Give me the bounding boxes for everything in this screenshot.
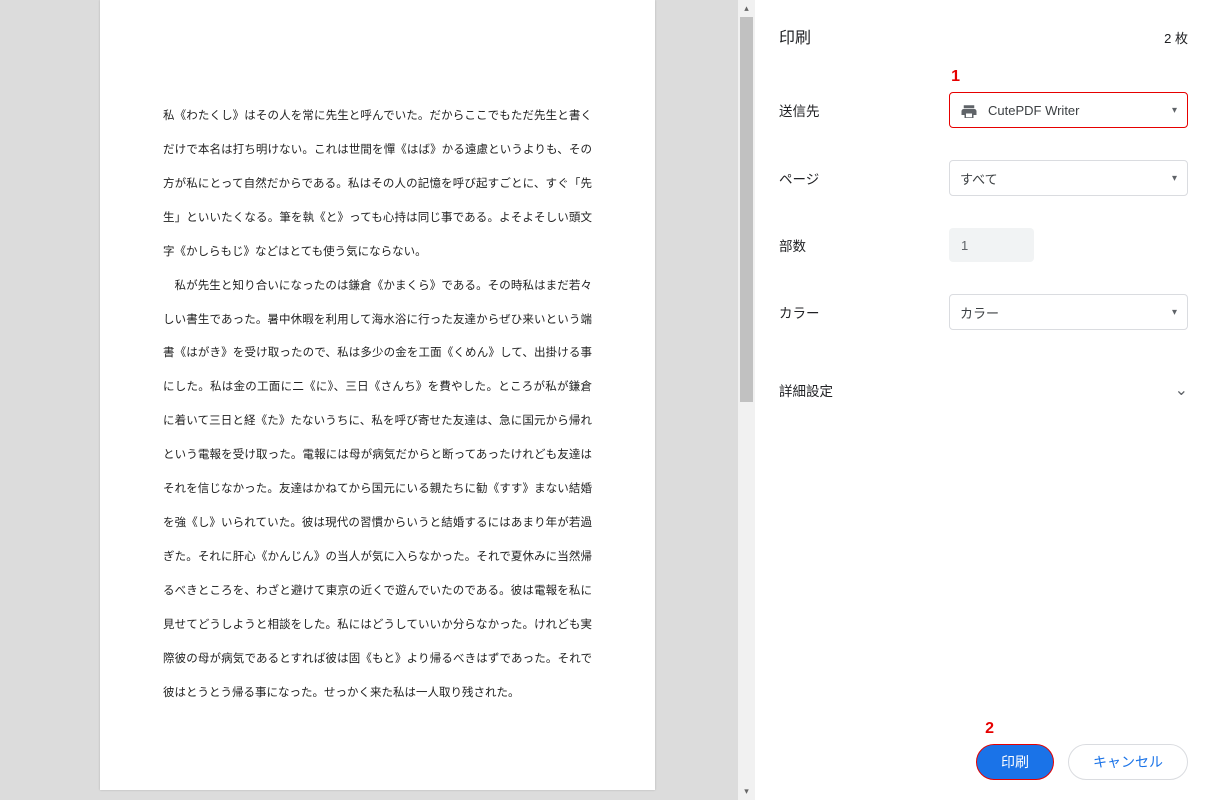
- sheet-count: 2 枚: [1164, 28, 1188, 47]
- preview-paragraph-2: 私が先生と知り合いになったのは鎌倉《かまくら》である。その時私はまだ若々しい書生…: [163, 270, 592, 711]
- cancel-button[interactable]: キャンセル: [1068, 744, 1188, 780]
- color-label: カラー: [779, 302, 949, 322]
- copies-input[interactable]: [949, 228, 1034, 262]
- callout-1: 1: [951, 68, 960, 86]
- scroll-thumb[interactable]: [740, 17, 753, 402]
- dropdown-arrow-icon: ▾: [1172, 173, 1177, 184]
- panel-footer: 印刷 キャンセル: [976, 744, 1188, 780]
- color-value: カラー: [960, 303, 999, 322]
- scroll-up-button[interactable]: ▴: [738, 0, 755, 17]
- destination-value: CutePDF Writer: [988, 103, 1080, 118]
- pages-label: ページ: [779, 168, 949, 188]
- dropdown-arrow-icon: ▾: [1172, 105, 1177, 116]
- row-destination: 送信先 CutePDF Writer ▾: [779, 92, 1188, 128]
- dropdown-arrow-icon: ▾: [1172, 307, 1177, 318]
- advanced-settings-label: 詳細設定: [779, 380, 833, 400]
- printer-icon: [960, 103, 978, 117]
- pages-select[interactable]: すべて ▾: [949, 160, 1188, 196]
- panel-header: 印刷 2 枚: [779, 20, 1188, 56]
- row-copies: 部数: [779, 228, 1188, 262]
- callout-2: 2: [985, 720, 994, 738]
- print-button[interactable]: 印刷: [976, 744, 1054, 780]
- print-preview-area: 私《わたくし》はその人を常に先生と呼んでいた。だからここでもただ先生と書くだけで…: [0, 0, 755, 800]
- row-pages: ページ すべて ▾: [779, 160, 1188, 196]
- destination-select[interactable]: CutePDF Writer ▾: [949, 92, 1188, 128]
- row-color: カラー カラー ▾: [779, 294, 1188, 330]
- destination-label: 送信先: [779, 100, 949, 120]
- panel-title: 印刷: [779, 24, 811, 48]
- copies-label: 部数: [779, 235, 949, 255]
- print-settings-panel: 印刷 2 枚 1 送信先 CutePDF Writer ▾ ページ すべて ▾ …: [755, 0, 1212, 800]
- preview-page: 私《わたくし》はその人を常に先生と呼んでいた。だからここでもただ先生と書くだけで…: [100, 0, 655, 790]
- color-select[interactable]: カラー ▾: [949, 294, 1188, 330]
- scroll-down-button[interactable]: ▾: [738, 783, 755, 800]
- preview-scrollbar[interactable]: ▴ ▾: [738, 0, 755, 800]
- chevron-down-icon: ⌄: [1175, 380, 1188, 400]
- advanced-settings-toggle[interactable]: 詳細設定 ⌄: [779, 362, 1188, 418]
- preview-paragraph-1: 私《わたくし》はその人を常に先生と呼んでいた。だからここでもただ先生と書くだけで…: [163, 100, 592, 270]
- pages-value: すべて: [960, 169, 998, 188]
